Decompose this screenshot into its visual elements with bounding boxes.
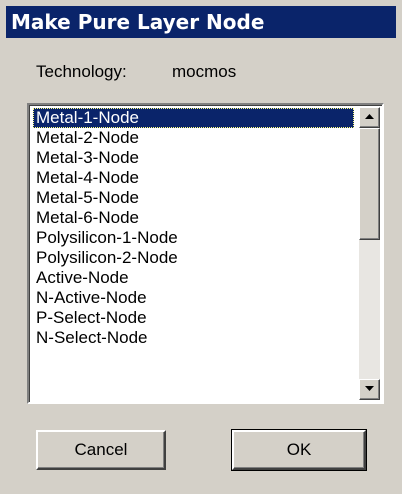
ok-button[interactable]: OK [231,429,367,471]
list-item[interactable]: Metal-2-Node [33,128,354,148]
triangle-down-icon [365,386,374,391]
list-item[interactable]: Metal-6-Node [33,208,354,228]
triangle-up-icon [365,114,374,119]
list-item[interactable]: Active-Node [33,268,354,288]
node-listbox[interactable]: Metal-1-Node Metal-2-Node Metal-3-Node M… [27,103,384,404]
make-pure-layer-node-dialog: Make Pure Layer Node Technology: mocmos … [0,0,402,494]
scroll-thumb[interactable] [359,128,380,240]
list-item[interactable]: Metal-1-Node [33,108,354,128]
list-item[interactable]: Metal-5-Node [33,188,354,208]
dialog-title: Make Pure Layer Node [6,6,396,38]
cancel-button[interactable]: Cancel [36,430,166,470]
list-item[interactable]: Metal-3-Node [33,148,354,168]
list-item[interactable]: P-Select-Node [33,308,354,328]
list-item[interactable]: Polysilicon-1-Node [33,228,354,248]
technology-value: mocmos [172,62,237,81]
list-item[interactable]: Polysilicon-2-Node [33,248,354,268]
node-list: Metal-1-Node Metal-2-Node Metal-3-Node M… [33,108,354,348]
vertical-scrollbar[interactable] [359,107,380,400]
scroll-down-button[interactable] [359,379,380,400]
technology-label: Technology: [36,62,127,81]
list-item[interactable]: N-Select-Node [33,328,354,348]
scroll-up-button[interactable] [359,107,380,128]
list-item[interactable]: N-Active-Node [33,288,354,308]
list-item[interactable]: Metal-4-Node [33,168,354,188]
